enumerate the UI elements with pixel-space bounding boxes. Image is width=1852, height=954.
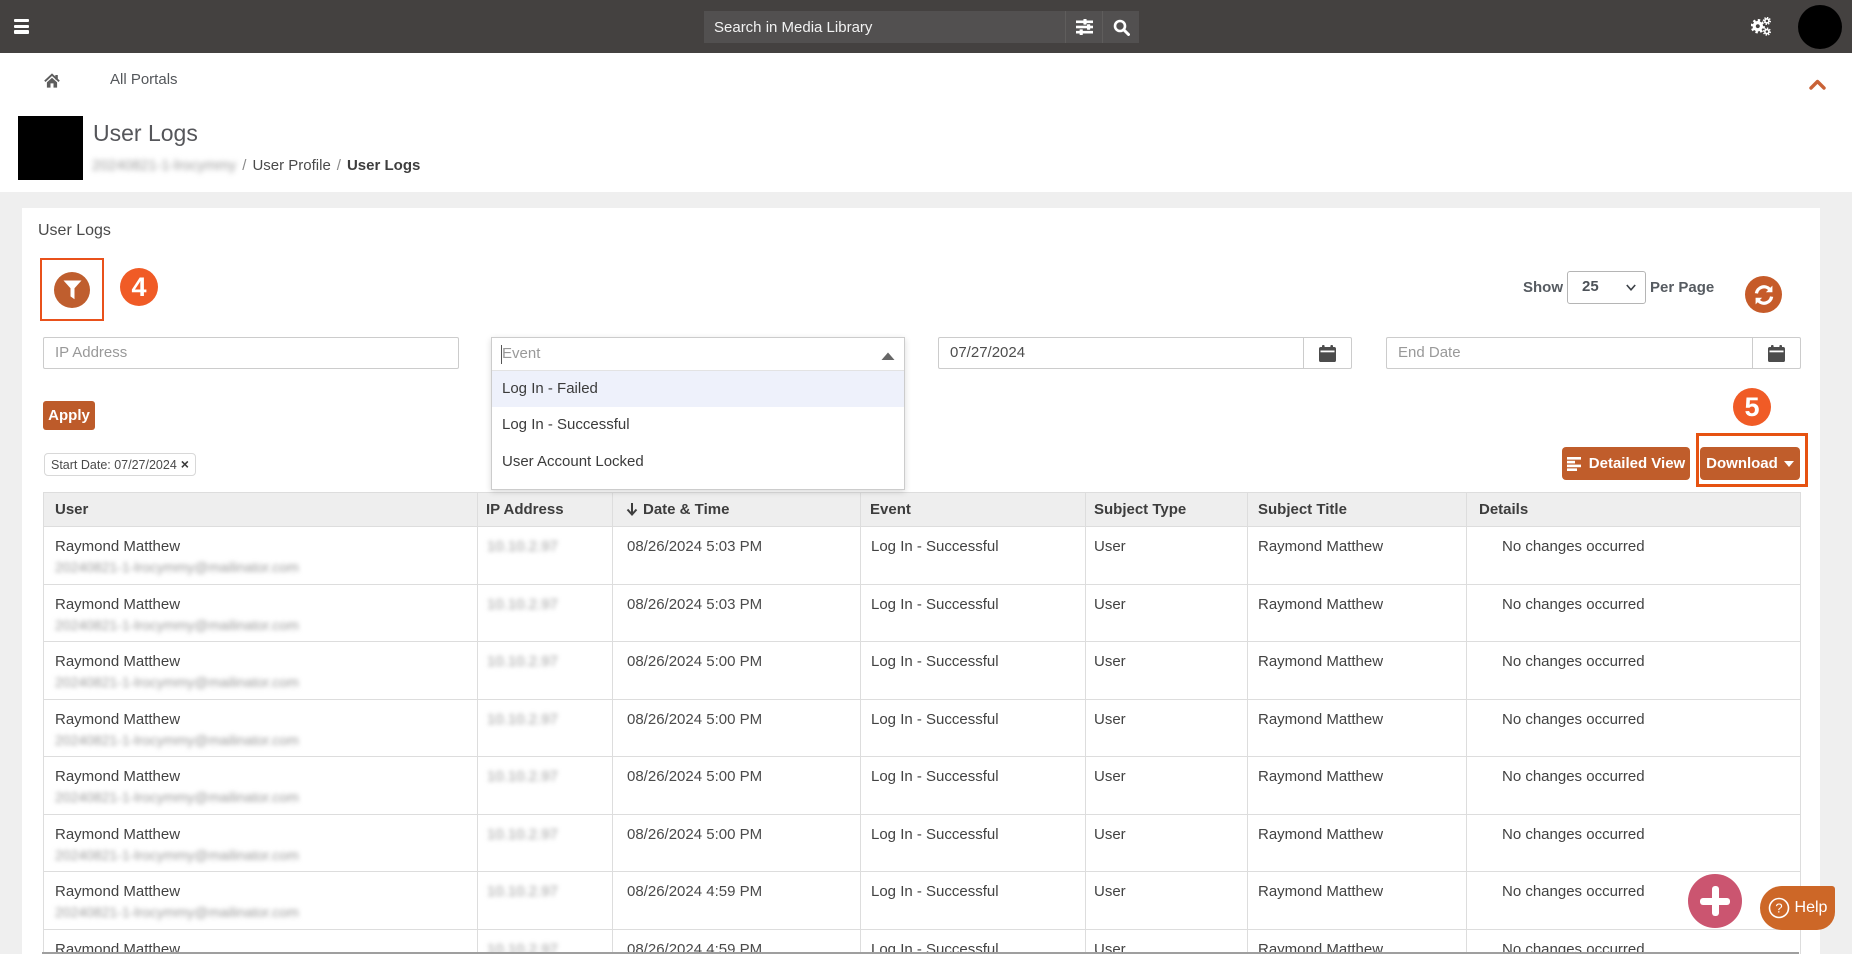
svg-text:?: ? (1775, 901, 1782, 916)
